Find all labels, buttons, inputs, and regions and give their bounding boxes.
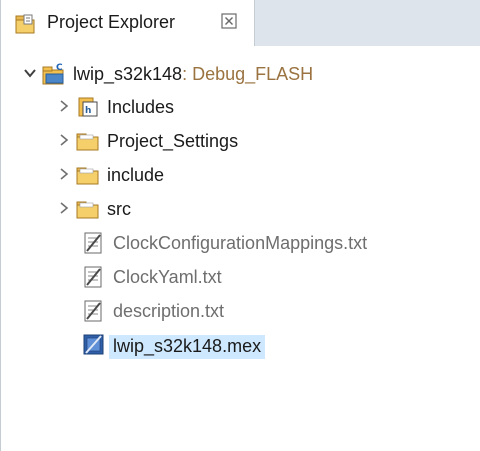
tree-item-project-settings[interactable]: Project_Settings <box>1 124 480 158</box>
view-tab-bar: Project Explorer <box>1 0 480 46</box>
tree-item-label: lwip_s32k148.mex <box>109 335 266 359</box>
tree-item-label: include <box>107 165 165 185</box>
tree-item-label: Includes <box>107 97 175 117</box>
text-file-icon <box>84 266 102 288</box>
chevron-right-icon[interactable] <box>57 201 71 215</box>
text-file-icon <box>84 232 102 254</box>
includes-icon: h <box>78 97 98 117</box>
tree-item-src[interactable]: src <box>1 192 480 226</box>
tree-item-include[interactable]: include <box>1 158 480 192</box>
folder-icon <box>76 133 99 151</box>
project-explorer-view: Project Explorer C lwip_s32k148: Debug_F… <box>0 0 480 451</box>
tree-item-file[interactable]: ClockYaml.txt <box>1 260 480 294</box>
folder-icon <box>76 167 99 185</box>
tree-item-file[interactable]: ClockConfigurationMappings.txt <box>1 226 480 260</box>
build-config-label: : Debug_FLASH <box>182 64 314 84</box>
svg-text:C: C <box>56 63 63 73</box>
folder-icon <box>76 201 99 219</box>
close-icon[interactable] <box>220 12 238 30</box>
project-explorer-icon <box>15 14 35 34</box>
tree-item-includes[interactable]: h Includes <box>1 90 480 124</box>
project-name: lwip_s32k148 <box>73 64 183 84</box>
tree-item-label: ClockConfigurationMappings.txt <box>113 233 368 253</box>
tab-label: Project Explorer <box>47 12 176 32</box>
chevron-right-icon[interactable] <box>57 99 71 113</box>
chevron-right-icon[interactable] <box>57 167 71 181</box>
tree-item-label: ClockYaml.txt <box>113 267 222 287</box>
c-project-icon: C <box>42 63 64 85</box>
tree-item-label: src <box>107 199 131 219</box>
text-file-icon <box>84 300 102 322</box>
tree-item-file[interactable]: description.txt <box>1 294 480 328</box>
svg-text:h: h <box>85 106 91 116</box>
tab-project-explorer[interactable]: Project Explorer <box>1 0 255 46</box>
chevron-right-icon[interactable] <box>57 133 71 147</box>
tree-item-label: Project_Settings <box>107 131 239 151</box>
tree-item-label: description.txt <box>113 301 225 321</box>
mex-file-icon <box>83 334 104 355</box>
chevron-down-icon[interactable] <box>23 66 37 80</box>
tree-item-project[interactable]: C lwip_s32k148: Debug_FLASH <box>1 57 480 91</box>
tree-item-file-selected[interactable]: lwip_s32k148.mex <box>1 328 480 362</box>
